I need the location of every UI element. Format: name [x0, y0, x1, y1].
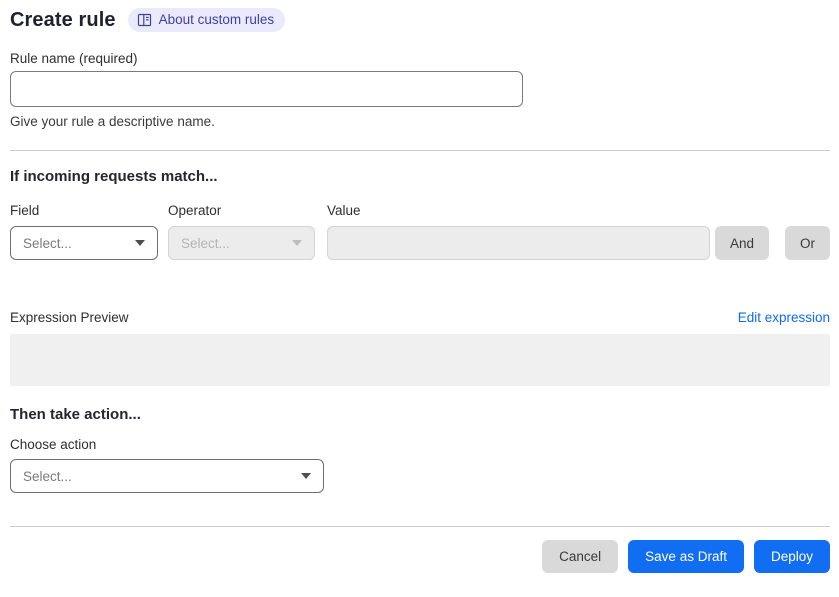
field-column: Field Select... — [10, 203, 158, 260]
rule-name-label: Rule name (required) — [10, 51, 138, 66]
chevron-down-icon — [292, 240, 302, 246]
operator-select-value: Select... — [181, 235, 230, 251]
chevron-down-icon — [301, 473, 311, 479]
action-section-heading: Then take action... — [10, 406, 141, 423]
value-column: Value — [327, 203, 710, 260]
save-as-draft-button[interactable]: Save as Draft — [628, 540, 744, 573]
rule-name-input[interactable] — [10, 71, 523, 107]
edit-expression-link[interactable]: Edit expression — [738, 310, 830, 325]
page-title: Create rule — [10, 8, 116, 31]
chevron-down-icon — [135, 240, 145, 246]
expression-preview-box — [10, 334, 830, 386]
choose-action-select[interactable]: Select... — [10, 459, 324, 493]
section-divider — [10, 150, 830, 151]
about-custom-rules-label: About custom rules — [158, 12, 275, 28]
create-rule-page: Create rule About custom rules Rule name… — [0, 0, 839, 573]
match-section-heading: If incoming requests match... — [10, 168, 218, 185]
footer-divider — [10, 526, 830, 527]
and-button[interactable]: And — [714, 226, 769, 260]
operator-label: Operator — [168, 203, 222, 218]
choose-action-select-value: Select... — [23, 468, 72, 484]
rule-name-block: Rule name (required) Give your rule a de… — [10, 51, 830, 129]
value-input[interactable] — [327, 226, 710, 260]
value-label: Value — [327, 203, 361, 218]
rule-name-helper-text: Give your rule a descriptive name. — [10, 114, 215, 129]
about-custom-rules-badge[interactable]: About custom rules — [127, 8, 286, 32]
expression-preview-row: Expression Preview Edit expression — [10, 310, 830, 325]
operator-column: Operator Select... — [168, 203, 315, 260]
or-button[interactable]: Or — [785, 226, 830, 260]
book-icon — [137, 13, 152, 27]
condition-logic-buttons: And Or — [714, 226, 830, 260]
footer-actions: Cancel Save as Draft Deploy — [10, 540, 830, 573]
cancel-button[interactable]: Cancel — [542, 540, 619, 573]
deploy-button[interactable]: Deploy — [753, 540, 830, 573]
field-select[interactable]: Select... — [10, 226, 158, 260]
choose-action-label: Choose action — [10, 437, 97, 452]
match-condition-row: Field Select... Operator Select... Value… — [10, 203, 830, 260]
field-select-value: Select... — [23, 235, 72, 251]
operator-select[interactable]: Select... — [168, 226, 315, 260]
expression-preview-label: Expression Preview — [10, 310, 129, 325]
field-label: Field — [10, 203, 40, 218]
page-header: Create rule About custom rules — [10, 8, 830, 32]
